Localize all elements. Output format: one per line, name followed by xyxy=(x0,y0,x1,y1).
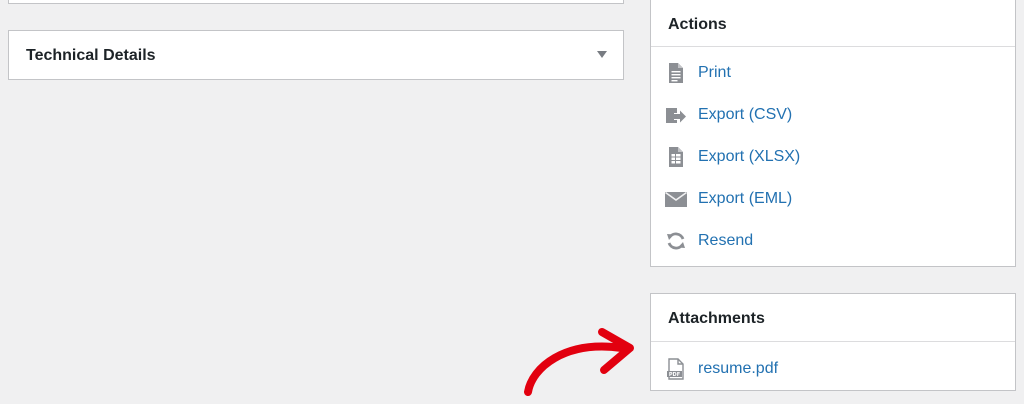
print-action[interactable]: Print xyxy=(651,57,1015,87)
resend-action[interactable]: Resend xyxy=(651,225,1015,255)
technical-details-title: Technical Details xyxy=(26,47,156,64)
attachments-title: Attachments xyxy=(668,310,765,327)
annotation-arrow-icon xyxy=(524,328,634,396)
pdf-icon-text: PDF xyxy=(669,372,680,378)
toggle-arrow-icon[interactable] xyxy=(597,51,607,58)
resend-label: Resend xyxy=(698,232,754,249)
actions-title: Actions xyxy=(668,16,727,33)
previous-panel xyxy=(8,0,624,4)
attachment-filename: resume.pdf xyxy=(698,360,779,377)
export-csv-label: Export (CSV) xyxy=(698,106,793,123)
print-label: Print xyxy=(698,64,731,81)
attachment-item[interactable]: PDF resume.pdf xyxy=(651,353,1015,383)
refresh-icon xyxy=(667,232,685,250)
document-icon xyxy=(669,63,683,83)
attachments-header: Attachments xyxy=(651,294,1015,342)
spreadsheet-icon xyxy=(669,147,683,167)
export-eml-label: Export (EML) xyxy=(698,190,793,207)
export-xlsx-action[interactable]: Export (XLSX) xyxy=(651,141,1015,171)
export-icon xyxy=(666,108,686,123)
export-csv-action[interactable]: Export (CSV) xyxy=(651,99,1015,129)
attachments-panel: Attachments PDF resume.pdf xyxy=(650,293,1016,391)
export-eml-action[interactable]: Export (EML) xyxy=(651,183,1015,213)
actions-header: Actions xyxy=(651,0,1015,47)
envelope-icon xyxy=(665,191,687,207)
export-xlsx-label: Export (XLSX) xyxy=(698,148,801,165)
technical-details-panel[interactable]: Technical Details xyxy=(8,30,624,80)
pdf-file-icon: PDF xyxy=(667,358,684,380)
actions-panel: Actions Print Export (CSV) Export (XLSX)… xyxy=(650,0,1016,267)
